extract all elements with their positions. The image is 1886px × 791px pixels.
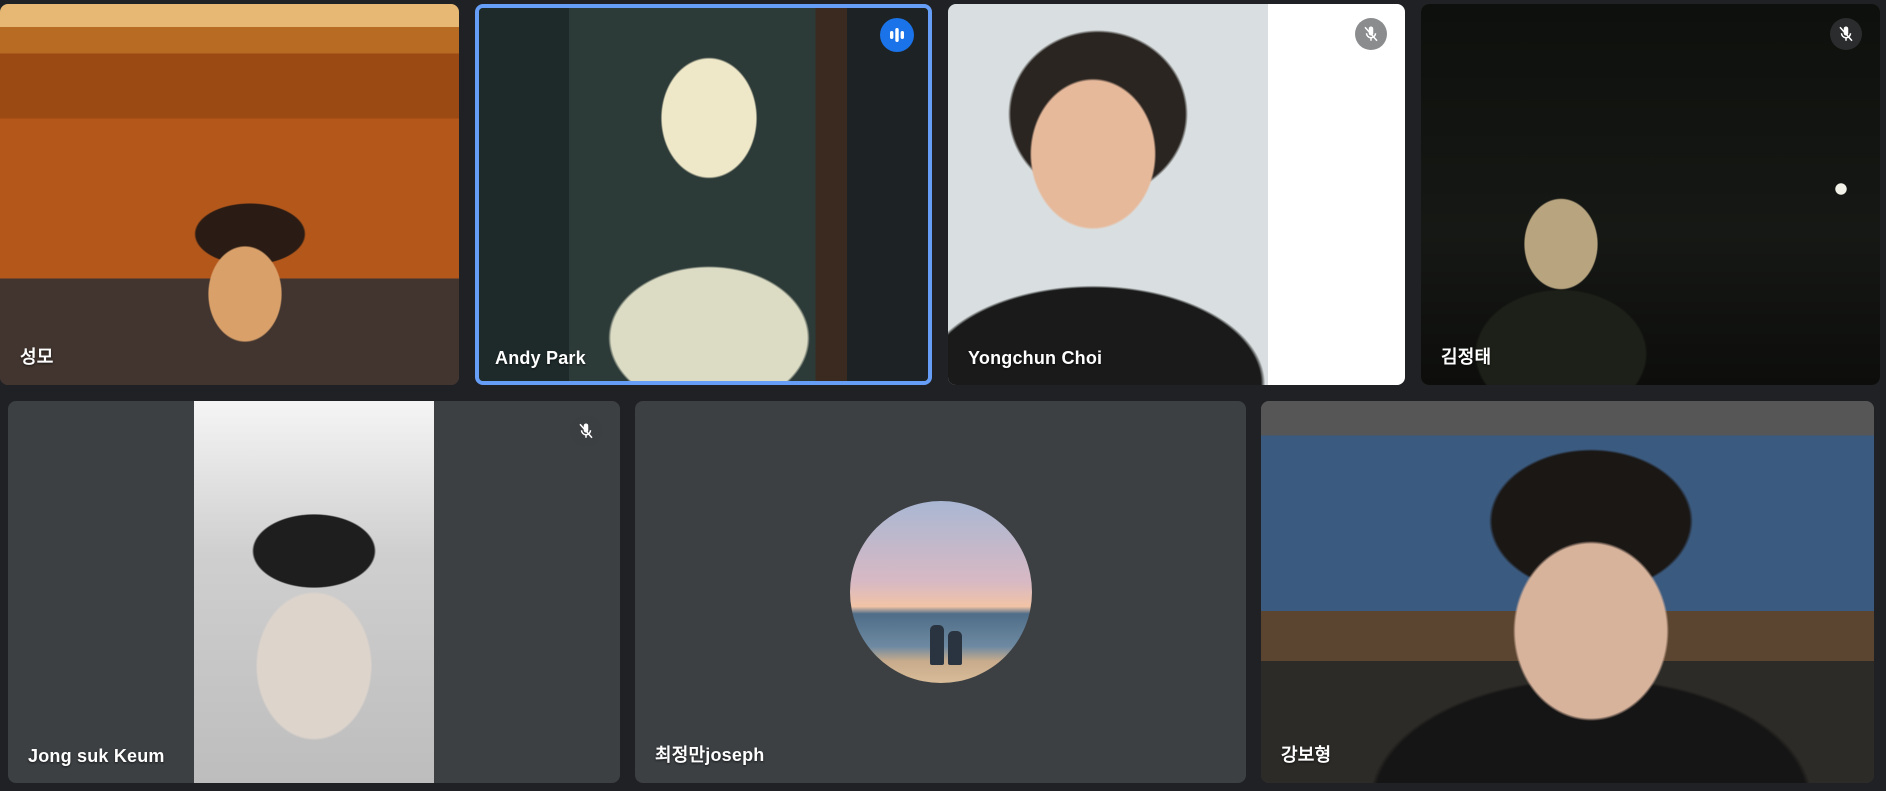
participant-video: [0, 4, 459, 385]
participant-name: 김정태: [1441, 347, 1492, 367]
participant-name: Andy Park: [495, 348, 586, 368]
participant-name: 강보형: [1281, 745, 1332, 765]
mic-off-icon: [570, 415, 602, 447]
participant-tile[interactable]: 강보형: [1261, 401, 1874, 783]
participant-tile[interactable]: 최정만joseph: [635, 401, 1246, 783]
participant-tile[interactable]: Andy Park: [475, 4, 932, 385]
participant-video: [194, 401, 434, 783]
participant-name: 최정만joseph: [655, 745, 765, 765]
audio-level-icon: [880, 18, 914, 52]
mic-off-icon: [1830, 18, 1862, 50]
participant-video: [948, 4, 1405, 385]
participant-name: 성모: [20, 347, 54, 367]
participant-video: [1421, 4, 1880, 385]
participant-tile[interactable]: Yongchun Choi: [948, 4, 1405, 385]
participant-video: [479, 8, 928, 381]
meeting-grid: 성모 Andy Park Yongchun Choi 김정태 Jong suk …: [0, 0, 1886, 791]
participant-video: [1261, 401, 1874, 783]
participant-avatar: [849, 501, 1032, 683]
participant-name: Yongchun Choi: [968, 348, 1103, 368]
participant-tile[interactable]: 성모: [0, 4, 459, 385]
participant-name: Jong suk Keum: [28, 746, 165, 766]
mic-off-icon: [1355, 18, 1387, 50]
participant-tile[interactable]: 김정태: [1421, 4, 1880, 385]
participant-tile[interactable]: Jong suk Keum: [8, 401, 620, 783]
